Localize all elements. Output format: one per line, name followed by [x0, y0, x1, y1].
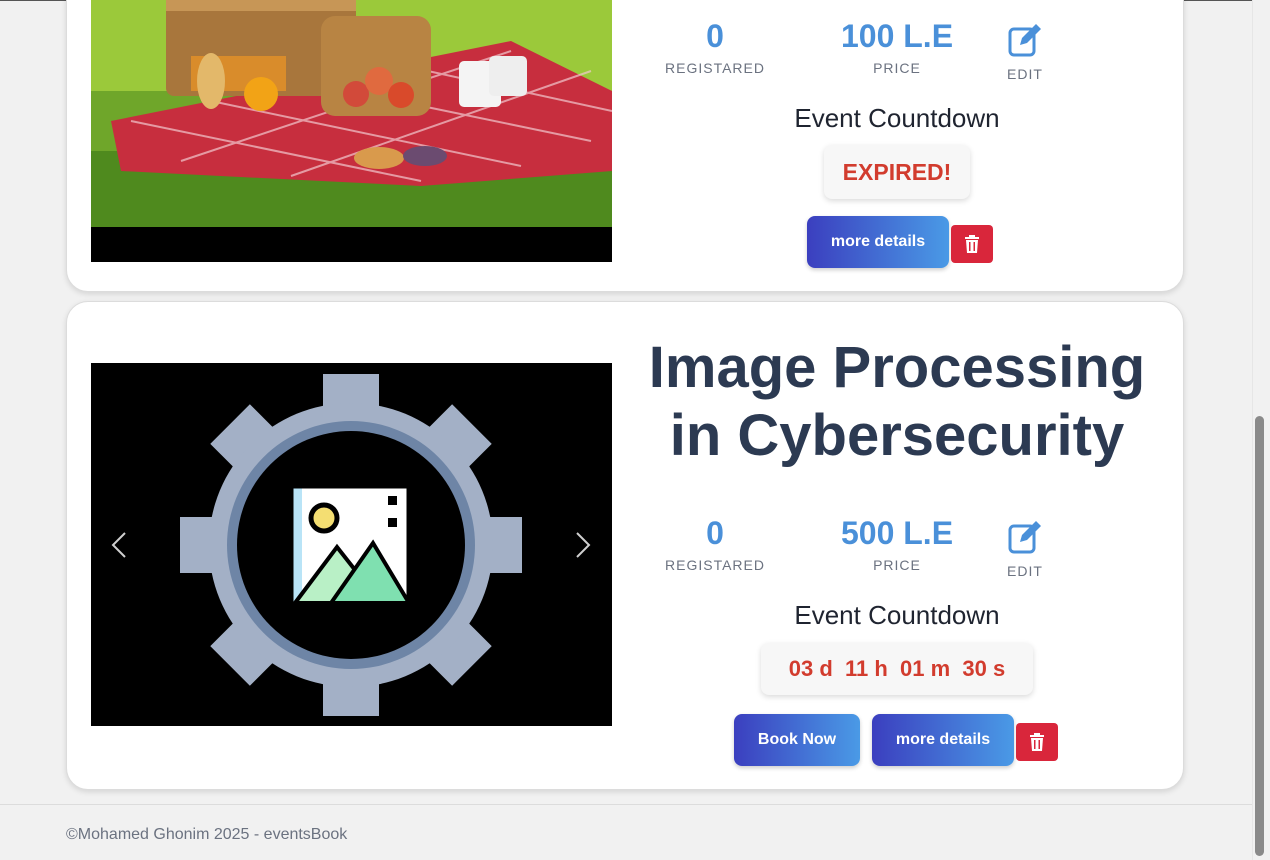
registered-count: 0 [706, 515, 724, 551]
edit-label: EDIT [1007, 563, 1043, 579]
countdown-title: Event Countdown [794, 600, 1000, 630]
gear-image-icon [91, 363, 612, 726]
more-details-button[interactable]: more details [872, 714, 1014, 766]
event-title-line1: Image Processing [648, 335, 1146, 400]
price-value: 500 L.E [840, 515, 954, 551]
delete-button[interactable] [1016, 723, 1058, 761]
registered-stat: 0 REGISTARED [645, 516, 785, 573]
carousel-next-icon[interactable] [575, 531, 591, 559]
scrollbar-thumb[interactable] [1255, 416, 1264, 856]
price-stat: 100 L.E PRICE [827, 19, 967, 76]
edit-button[interactable]: EDIT [995, 520, 1055, 579]
event-title: Image Processing in Cybersecurity [647, 334, 1147, 470]
registered-stat: 0 REGISTARED [645, 19, 785, 76]
countdown-expired-badge: EXPIRED! [824, 145, 970, 199]
price-value: 100 L.E [840, 18, 954, 54]
edit-button[interactable]: EDIT [995, 23, 1055, 82]
edit-label: EDIT [1007, 66, 1043, 82]
footer-copyright: ©Mohamed Ghonim 2025 - eventsBook [66, 826, 348, 843]
price-stat: 500 L.E PRICE [827, 516, 967, 573]
edit-icon [1008, 24, 1041, 57]
event-title-line2: in Cybersecurity [669, 403, 1125, 468]
event-card-picnic: 0 REGISTARED 100 L.E PRICE EDIT Event Co… [66, 0, 1184, 292]
price-label: PRICE [873, 557, 921, 573]
delete-button[interactable] [951, 225, 993, 263]
registered-label: REGISTARED [665, 60, 765, 76]
edit-icon [1008, 521, 1041, 554]
trash-icon [1030, 733, 1044, 751]
more-details-button[interactable]: more details [807, 216, 949, 268]
event-image-carousel[interactable] [91, 0, 612, 262]
price-label: PRICE [873, 60, 921, 76]
carousel-prev-icon[interactable] [111, 531, 127, 559]
footer-divider [0, 804, 1252, 805]
trash-icon [965, 235, 979, 253]
picnic-image [91, 0, 612, 262]
countdown-timer: 03 d 11 h 01 m 30 s [761, 643, 1033, 695]
book-now-button[interactable]: Book Now [734, 714, 860, 766]
registered-label: REGISTARED [665, 557, 765, 573]
registered-count: 0 [706, 18, 724, 54]
countdown-title: Event Countdown [794, 103, 1000, 133]
event-image-carousel[interactable] [91, 363, 612, 726]
event-card-image-processing: Image Processing in Cybersecurity 0 REGI… [66, 301, 1184, 790]
